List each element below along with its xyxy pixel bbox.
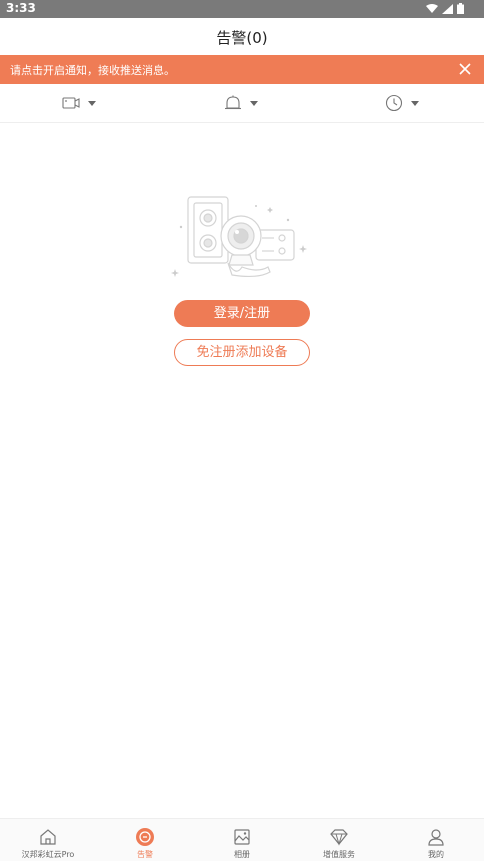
signal-icon [442, 3, 453, 14]
notification-banner[interactable]: 请点击开启通知，接收推送消息。 [0, 55, 484, 84]
add-device-button[interactable]: 免注册添加设备 [174, 339, 310, 366]
tab-home[interactable]: 汉邦彩虹云Pro [0, 819, 96, 861]
empty-state-illustration [171, 196, 307, 278]
tab-profile[interactable]: 我的 [388, 819, 484, 861]
system-icons [426, 3, 464, 14]
tab-alarm[interactable]: 告警 [97, 819, 193, 861]
tab-label: 增值服务 [323, 850, 355, 859]
device-filter[interactable] [62, 94, 96, 112]
tab-label: 告警 [137, 850, 153, 859]
home-icon [40, 829, 56, 845]
page-title: 告警(0) [216, 29, 268, 47]
filter-bar [0, 84, 484, 123]
status-bar: 3:33 [0, 0, 484, 18]
battery-icon [457, 3, 464, 14]
close-icon[interactable] [458, 62, 472, 76]
bell-icon [225, 95, 241, 110]
chevron-down-icon [88, 100, 96, 106]
alarm-icon [136, 828, 154, 846]
tab-label: 汉邦彩虹云Pro [21, 850, 75, 859]
banner-message: 请点击开启通知，接收推送消息。 [10, 64, 175, 77]
clock-icon [385, 94, 403, 112]
title-bar: 告警(0) [0, 18, 484, 55]
chevron-down-icon [250, 100, 258, 106]
wifi-icon [426, 3, 438, 13]
tab-value-added-services[interactable]: 增值服务 [291, 819, 387, 861]
camera-icon [62, 97, 80, 109]
bottom-tab-bar: 汉邦彩虹云Pro 告警 相册 增值服务 我的 [0, 818, 484, 861]
profile-icon [428, 829, 444, 846]
chevron-down-icon [411, 100, 419, 106]
status-time: 3:33 [6, 1, 36, 15]
tab-label: 我的 [428, 850, 444, 859]
alarm-type-filter[interactable] [224, 94, 258, 112]
login-register-button[interactable]: 登录/注册 [174, 300, 310, 327]
time-filter[interactable] [385, 94, 419, 112]
tab-label: 相册 [234, 850, 250, 859]
tab-album[interactable]: 相册 [194, 819, 290, 861]
album-icon [234, 829, 250, 845]
diamond-icon [330, 829, 348, 846]
